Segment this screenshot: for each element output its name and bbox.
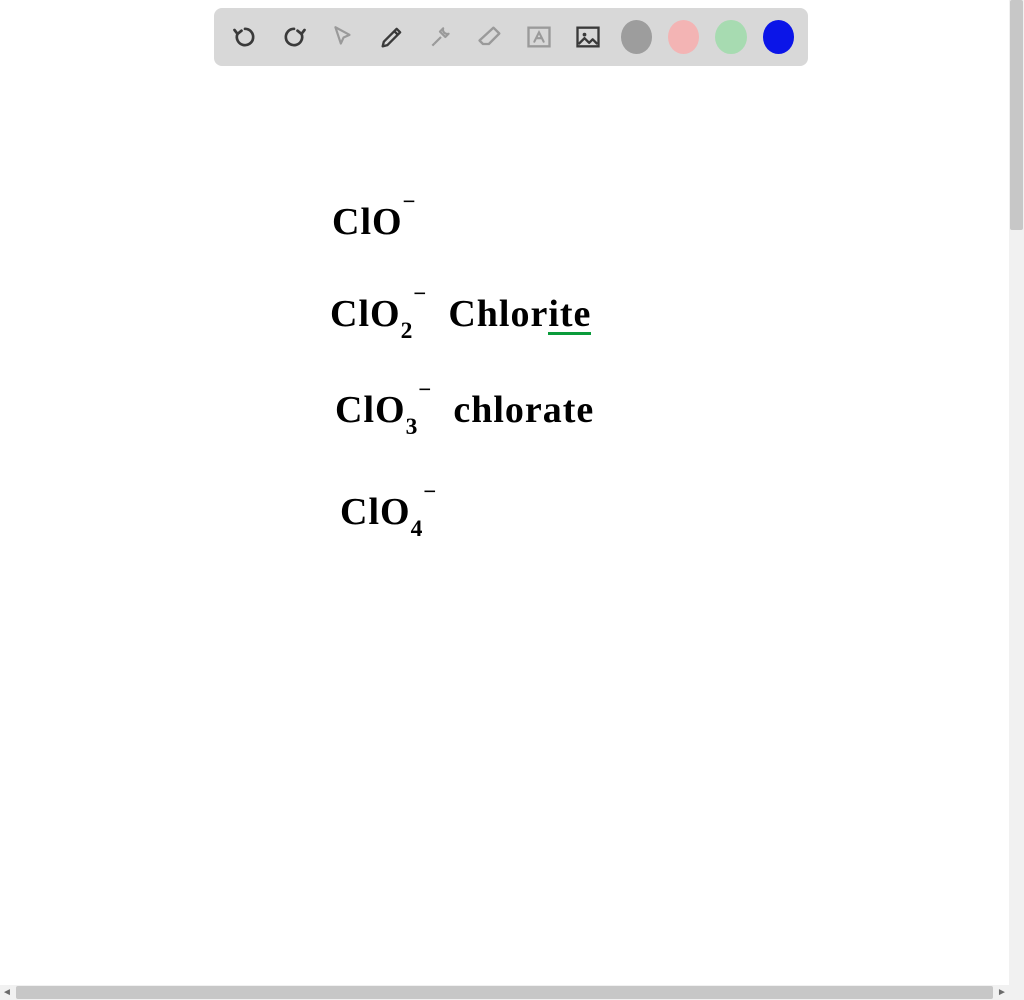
redo-button[interactable] [277,19,310,55]
eraser-button[interactable] [474,19,507,55]
handwriting-line-3: ClO3− chlorate [335,388,594,438]
color-swatch-gray[interactable] [621,20,652,54]
cursor-icon [330,24,356,50]
toolbar [214,8,808,66]
color-swatch-green[interactable] [715,20,746,54]
redo-icon [280,23,308,51]
text-box-button[interactable] [523,19,556,55]
undo-icon [231,23,259,51]
text-box-icon [525,23,553,51]
scroll-right-arrow-icon[interactable]: ► [995,986,1009,1000]
color-swatch-pink[interactable] [668,20,699,54]
tools-button[interactable] [424,19,457,55]
color-swatch-blue[interactable] [763,20,794,54]
tools-icon [428,24,454,50]
horizontal-scrollbar[interactable]: ◄ ► [0,985,1009,1000]
pencil-icon [378,23,406,51]
pencil-button[interactable] [375,19,408,55]
handwriting-line-1: ClO− [332,200,417,244]
image-button[interactable] [572,19,605,55]
drawing-canvas[interactable]: ClO− ClO2− Chlorite ClO3− chlorate ClO4− [0,70,1024,984]
image-icon [574,23,602,51]
vertical-scrollbar[interactable] [1009,0,1024,1000]
horizontal-scrollbar-thumb[interactable] [16,986,993,999]
scrollbar-corner [1009,985,1024,1000]
cursor-button[interactable] [326,19,359,55]
handwriting-line-2: ClO2− Chlorite [330,292,591,342]
scroll-left-arrow-icon[interactable]: ◄ [0,986,14,1000]
undo-button[interactable] [228,19,261,55]
eraser-icon [476,23,504,51]
vertical-scrollbar-thumb[interactable] [1010,0,1023,230]
handwriting-line-4: ClO4− [340,490,437,540]
